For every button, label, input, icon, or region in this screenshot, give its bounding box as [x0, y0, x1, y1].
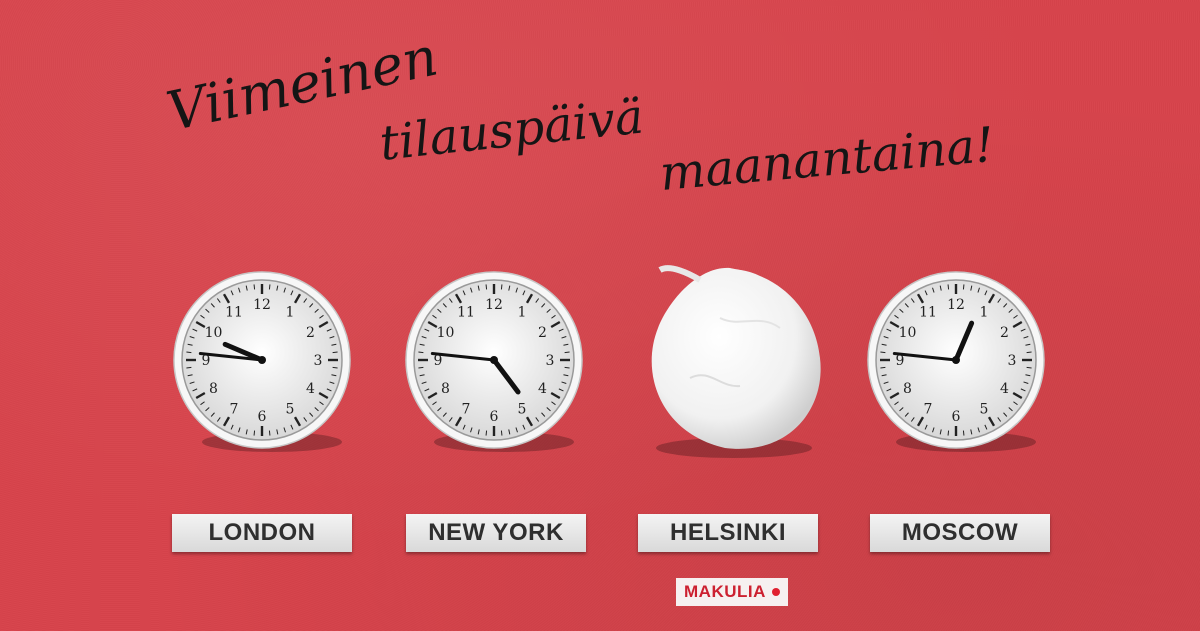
clock-number: 11: [457, 305, 475, 321]
clock-number: 12: [485, 297, 503, 313]
clock-tick: [500, 430, 503, 436]
clock-number: 12: [947, 297, 965, 313]
clock-new-york: 12 1 2 3 4 5 6 7 8 9 10 11: [404, 270, 584, 452]
clock-tick: [186, 351, 192, 354]
clock-number: 3: [546, 353, 555, 369]
clock-number: 10: [205, 325, 223, 341]
clock-tick: [962, 284, 965, 290]
clock-face-svg: 12 1234567891011: [867, 271, 1045, 452]
clock-number: 7: [924, 401, 933, 417]
clock-tick: [186, 366, 192, 369]
clock-tick: [485, 430, 488, 436]
clock-tick: [1026, 366, 1032, 369]
clock-number: 1: [518, 305, 527, 321]
clock-number: 10: [437, 325, 455, 341]
mozzarella-ball: [651, 265, 821, 458]
clock-tick: [962, 430, 965, 436]
clock-number: 1: [980, 305, 989, 321]
clock-number: 8: [209, 381, 218, 397]
clock-tick: [253, 284, 256, 290]
city-label-london: LONDON: [172, 514, 352, 552]
clock-number: 8: [903, 381, 912, 397]
city-label-helsinki: HELSINKI: [638, 514, 818, 552]
clock-tick: [268, 430, 271, 436]
clock-face-svg: 12 1234567891011: [405, 271, 583, 452]
clock-center-cap: [490, 356, 498, 364]
clock-number: 4: [1000, 381, 1009, 397]
clock-tick: [564, 351, 570, 354]
clock-tick: [485, 284, 488, 290]
clock-number: 2: [1000, 325, 1009, 341]
clock-number: 8: [441, 381, 450, 397]
clock-number: 4: [538, 381, 547, 397]
clock-number: 6: [952, 409, 961, 425]
city-label-new-york: NEW YORK: [406, 514, 586, 552]
clock-number: 5: [518, 401, 527, 417]
clock-number: 6: [258, 409, 267, 425]
clock-tick: [418, 351, 424, 354]
brand-dot-icon: [771, 588, 780, 596]
clock-tick: [332, 366, 338, 369]
city-label-moscow: MOSCOW: [870, 514, 1050, 552]
clock-tick: [947, 430, 950, 436]
clock-tick: [332, 351, 338, 354]
clock-number: 7: [230, 401, 239, 417]
clock-number: 3: [314, 353, 323, 369]
clock-number: 11: [225, 305, 243, 321]
clock-number: 10: [899, 325, 917, 341]
clock-number: 5: [980, 401, 989, 417]
clock-tick: [500, 284, 503, 290]
clock-number: 11: [919, 305, 937, 321]
clock-center-cap: [258, 356, 266, 364]
clock-tick: [268, 284, 271, 290]
clock-face-svg: 12 1234567891011: [173, 271, 351, 452]
clock-number: 6: [490, 409, 499, 425]
clock-center-cap: [952, 356, 960, 364]
clock-london: 12 1 2 3 4 5 6 7 8 9 10 11: [172, 270, 352, 452]
clock-tick: [564, 366, 570, 369]
clock-number: 5: [286, 401, 295, 417]
clock-number: 4: [306, 381, 315, 397]
clock-tick: [880, 366, 886, 369]
brand-name: MAKULIA: [684, 582, 766, 601]
clock-tick: [418, 366, 424, 369]
clock-number: 1: [286, 305, 295, 321]
brand-logo: MAKULIA: [676, 578, 788, 606]
clock-number: 3: [1008, 353, 1017, 369]
clock-moscow: 12 1 2 3 4 5 6 7 8 9 10 11: [866, 270, 1046, 452]
clock-number: 7: [462, 401, 471, 417]
clock-tick: [880, 351, 886, 354]
clock-number: 2: [306, 325, 315, 341]
clock-tick: [947, 284, 950, 290]
clock-number: 12: [253, 297, 271, 313]
clock-tick: [253, 430, 256, 436]
clock-number: 2: [538, 325, 547, 341]
clock-tick: [1026, 351, 1032, 354]
